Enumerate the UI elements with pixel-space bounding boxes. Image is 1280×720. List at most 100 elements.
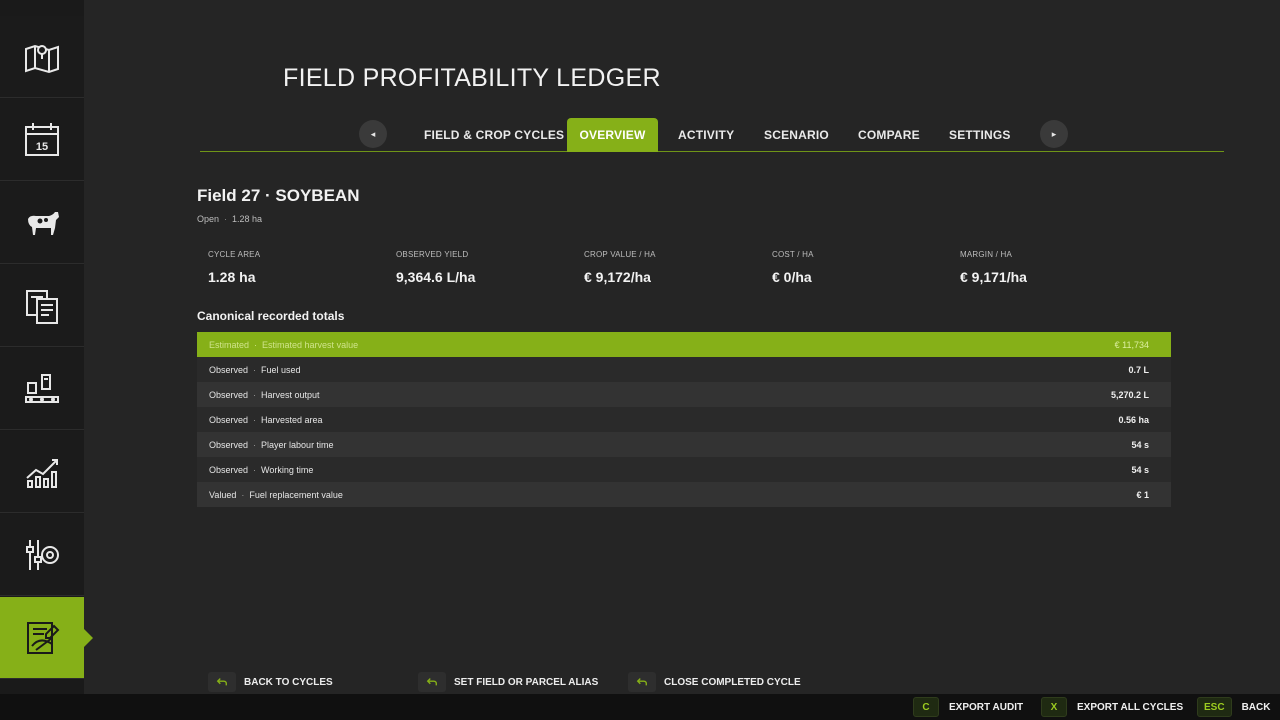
row-name: Player labour time <box>261 439 334 450</box>
table-row[interactable]: Observed · Fuel used 0.7 L <box>197 357 1171 382</box>
stat-value: € 9,172/ha <box>584 269 651 285</box>
row-name: Estimated harvest value <box>262 339 359 350</box>
row-label: Observed · Working time <box>209 464 314 475</box>
tab-bar: ◂ FIELD & CROP CYCLES OVERVIEW ACTIVITY … <box>200 116 1224 152</box>
key-cap: X <box>1041 697 1067 717</box>
row-kind: Observed <box>209 439 249 450</box>
row-value: 54 s <box>1131 464 1149 475</box>
row-value: 0.56 ha <box>1118 414 1149 425</box>
stat-label: OBSERVED YIELD <box>396 250 469 259</box>
row-name: Fuel used <box>261 364 301 375</box>
production-icon <box>25 373 59 403</box>
totals-title: Canonical recorded totals <box>197 309 345 323</box>
back-to-cycles-button[interactable]: BACK TO CYCLES <box>208 672 333 692</box>
cow-icon <box>28 211 59 235</box>
tab-compare[interactable]: COMPARE <box>844 118 934 152</box>
row-name: Harvest output <box>261 389 320 400</box>
table-row[interactable]: Observed · Harvest output 5,270.2 L <box>197 382 1171 407</box>
export-audit-button[interactable]: C EXPORT AUDIT <box>913 697 1023 717</box>
table-row[interactable]: Estimated · Estimated harvest value € 11,7… <box>197 332 1171 357</box>
stat-observed-yield: OBSERVED YIELD 9,364.6 L/ha <box>396 250 475 285</box>
page-title: FIELD PROFITABILITY LEDGER <box>283 64 661 92</box>
settings-sliders-icon <box>26 539 59 570</box>
tab-field-crop-cycles[interactable]: FIELD & CROP CYCLES <box>410 118 578 152</box>
field-title: Field 27 · SOYBEAN <box>197 186 360 205</box>
ledger-icon <box>27 621 60 654</box>
tab-settings[interactable]: SETTINGS <box>935 118 1025 152</box>
gamepad-button-icon <box>418 672 446 692</box>
stat-label: CYCLE AREA <box>208 250 261 259</box>
sidebar: 15 <box>0 0 93 720</box>
row-name: Fuel replacement value <box>249 489 343 500</box>
row-kind: Observed <box>209 364 249 375</box>
field-subtitle: Open · 1.28 ha <box>197 214 263 224</box>
stat-label: CROP VALUE / HA <box>584 250 656 259</box>
sidebar-item-calendar[interactable]: 15 <box>0 99 84 181</box>
table-row[interactable]: Valued · Fuel replacement value € 1 <box>197 482 1171 507</box>
stat-margin: MARGIN / HA € 9,171/ha <box>960 250 1027 285</box>
row-kind: Valued <box>209 489 237 500</box>
row-kind: Estimated <box>209 339 250 350</box>
key-label: EXPORT AUDIT <box>949 701 1024 713</box>
action-label: SET FIELD OR PARCEL ALIAS <box>454 676 599 688</box>
row-value: € 1 <box>1136 489 1149 500</box>
sidebar-item-map[interactable] <box>0 16 84 98</box>
row-label: Observed · Harvested area <box>209 414 323 425</box>
row-value: 0.7 L <box>1128 364 1149 375</box>
row-kind: Observed <box>209 414 249 425</box>
stat-label: COST / HA <box>772 250 814 259</box>
table-row[interactable]: Observed · Working time 54 s <box>197 457 1171 482</box>
row-label: Observed · Harvest output <box>209 389 320 400</box>
row-value: 54 s <box>1131 439 1149 450</box>
sidebar-item-statistics[interactable] <box>0 431 84 513</box>
row-label: Observed · Fuel used <box>209 364 301 375</box>
map-pin-icon <box>25 44 59 73</box>
row-name: Harvested area <box>261 414 323 425</box>
calendar-icon: 15 <box>25 122 59 156</box>
row-label: Valued · Fuel replacement value <box>209 489 343 500</box>
export-all-cycles-button[interactable]: X EXPORT ALL CYCLES <box>1041 697 1183 717</box>
stat-cycle-area: CYCLE AREA 1.28 ha <box>208 250 260 285</box>
calendar-day: 15 <box>36 141 48 153</box>
totals-table: Estimated · Estimated harvest value € 11,7… <box>197 332 1171 507</box>
sidebar-item-ledger[interactable] <box>0 597 93 679</box>
action-label: BACK TO CYCLES <box>244 676 333 688</box>
close-cycle-button[interactable]: CLOSE COMPLETED CYCLE <box>628 672 801 692</box>
gamepad-button-icon <box>208 672 236 692</box>
stat-crop-value: CROP VALUE / HA € 9,172/ha <box>584 250 656 285</box>
key-cap: ESC <box>1197 697 1232 717</box>
stat-value: 9,364.6 L/ha <box>396 269 476 285</box>
tab-next-button[interactable]: ▸ <box>1040 120 1068 148</box>
tab-activity[interactable]: ACTIVITY <box>664 118 748 152</box>
row-label: Estimated · Estimated harvest value <box>209 339 359 350</box>
row-name: Working time <box>261 464 314 475</box>
statistics-icon <box>26 458 58 488</box>
sidebar-item-production[interactable] <box>0 348 84 430</box>
row-kind: Observed <box>209 464 249 475</box>
chevron-right-icon: ▸ <box>1051 128 1057 139</box>
tab-prev-button[interactable]: ◂ <box>359 120 387 148</box>
key-label: EXPORT ALL CYCLES <box>1077 701 1184 713</box>
key-cap: C <box>913 697 939 717</box>
row-value: € 11,734 <box>1114 339 1149 350</box>
tab-overview[interactable]: OVERVIEW <box>567 118 658 152</box>
sidebar-item-contracts[interactable] <box>0 265 84 347</box>
set-alias-button[interactable]: SET FIELD OR PARCEL ALIAS <box>418 672 598 692</box>
row-value: 5,270.2 L <box>1110 389 1149 400</box>
tab-scenario[interactable]: SCENARIO <box>750 118 843 152</box>
sidebar-item-animals[interactable] <box>0 182 84 264</box>
documents-icon <box>26 289 58 324</box>
back-button[interactable]: ESC BACK <box>1197 697 1270 717</box>
action-label: CLOSE COMPLETED CYCLE <box>664 676 801 688</box>
table-row[interactable]: Observed · Harvested area 0.56 ha <box>197 407 1171 432</box>
field-area: 1.28 ha <box>232 214 263 224</box>
stat-cost: COST / HA € 0/ha <box>772 250 814 285</box>
row-kind: Observed <box>209 389 249 400</box>
stat-value: € 9,171/ha <box>960 269 1027 285</box>
stat-label: MARGIN / HA <box>960 250 1012 259</box>
table-row[interactable]: Observed · Player labour time 54 s <box>197 432 1171 457</box>
field-status: Open <box>197 214 220 224</box>
chevron-left-icon: ◂ <box>370 128 376 139</box>
key-label: BACK <box>1241 701 1271 713</box>
sidebar-item-settings[interactable] <box>0 514 84 596</box>
